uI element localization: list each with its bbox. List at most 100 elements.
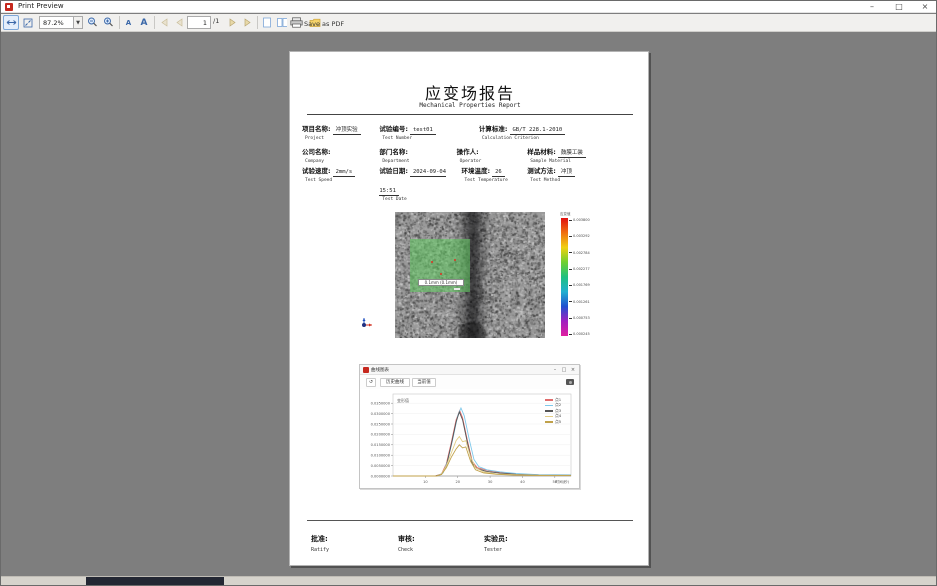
colorbar-tick-label: 0.001769 (569, 283, 590, 287)
maximize-button[interactable]: □ (888, 1, 910, 13)
report-field: 项目名称:冲顶实验Project (302, 116, 379, 141)
signature-block: 审核:Check (398, 526, 484, 553)
prev-page-icon (175, 18, 184, 27)
field-label: 试验编号: (379, 125, 408, 133)
svg-text:0.0050000: 0.0050000 (371, 464, 391, 468)
curve-window-logo-icon (363, 367, 369, 373)
field-label: 样品材料: (527, 148, 556, 156)
toolbar-separator (154, 16, 155, 29)
colorbar-title: 应变值 (560, 212, 590, 217)
image-marker (454, 288, 460, 290)
first-page-button[interactable] (157, 15, 171, 30)
svg-text:0.0300000: 0.0300000 (371, 412, 391, 416)
last-page-icon (243, 18, 252, 27)
legend-swatch (545, 410, 553, 412)
font-smaller-icon: A (126, 19, 131, 27)
report-field: 试验编号:test01Test Number (379, 116, 479, 141)
page-total-label: /1 (213, 17, 219, 25)
svg-text:20: 20 (455, 480, 460, 484)
zoom-level-input[interactable]: 87.2% (39, 16, 74, 29)
last-page-button[interactable] (240, 15, 254, 30)
legend-swatch (545, 421, 553, 423)
save-as-pdf-label[interactable]: Save as PDF (304, 20, 344, 28)
font-larger-button[interactable]: A (137, 15, 151, 30)
close-button[interactable]: × (914, 1, 936, 13)
colorbar-tick-label: 0.000245 (569, 332, 590, 336)
field-label: 项目名称: (302, 125, 331, 133)
field-label: 环境温度: (462, 167, 491, 175)
single-page-layout-button[interactable] (260, 15, 274, 30)
field-row: 项目名称:冲顶实验Project试验编号:test01Test Number计算… (290, 116, 650, 141)
first-page-icon (160, 18, 169, 27)
zoom-in-button[interactable] (101, 15, 116, 30)
zoom-out-button[interactable] (85, 15, 100, 30)
toolbar-separator (257, 16, 258, 29)
field-label: 试验日期: (379, 167, 408, 175)
roi-measurement-label: 0.1mm (0.1mm) (418, 279, 464, 286)
printer-icon (290, 17, 303, 28)
colorbar-tick-label: 0.003800 (569, 218, 590, 222)
colorbar-gradient (561, 218, 568, 336)
fit-page-button[interactable] (20, 15, 36, 30)
page-number-input[interactable]: 1 (187, 16, 211, 29)
signature-label: 实验员: (484, 535, 508, 543)
curve-refresh-button: ↺ (366, 378, 376, 387)
svg-text:0.0250000: 0.0250000 (371, 422, 391, 426)
field-label: 测试方法: (527, 167, 556, 175)
legend-swatch (545, 416, 553, 418)
fit-width-button[interactable] (3, 15, 19, 30)
curve-window-titlebar: 曲线图表 – □ × (360, 365, 579, 375)
field-label: 公司名称: (302, 148, 331, 156)
next-page-button[interactable] (225, 15, 239, 30)
report-field: 环境温度:26Test Temperature (462, 158, 528, 202)
legend-swatch (545, 399, 553, 401)
signature-label: 批准: (311, 535, 328, 543)
zoom-out-icon (87, 17, 98, 28)
next-page-icon (228, 18, 237, 27)
header-divider (307, 114, 633, 115)
minimize-button[interactable]: – (861, 1, 883, 13)
field-value: test01 (410, 127, 436, 135)
field-sublabel: Test Speed (305, 178, 379, 183)
curve-close-icon: × (569, 366, 577, 374)
two-page-icon (277, 17, 288, 28)
report-field: 计算标准:GB/T 228.1-2010Calculation Criterio… (479, 116, 650, 141)
svg-text:0.0000000: 0.0000000 (371, 474, 391, 478)
save-as-pdf-button[interactable] (287, 15, 305, 30)
strain-roi-overlay: 0.1mm (0.1mm) (410, 239, 470, 292)
strain-field-image: 0.1mm (0.1mm) (395, 212, 545, 338)
svg-text:0.0150000: 0.0150000 (371, 443, 391, 447)
toolbar-separator (119, 16, 120, 29)
font-larger-icon: A (141, 18, 148, 28)
report-field: 试验日期:2024-09-04 15:51Test Date (379, 158, 461, 202)
curve-minimize-icon: – (551, 366, 559, 374)
svg-text:0.0100000: 0.0100000 (371, 454, 391, 458)
signature-sublabel: Tester (484, 547, 604, 553)
curve-maximize-icon: □ (560, 366, 568, 374)
print-preview-window: Print Preview – □ × 87.2% ▼ A A 1 /1 (0, 0, 937, 586)
strain-colorbar: 应变值 0.0038000.0032920.0027840.0022770.00… (560, 212, 596, 340)
field-value: 2mm/s (333, 169, 356, 177)
field-value: 26 (492, 169, 505, 177)
report-field: 试验速度:2mm/sTest Speed (302, 158, 379, 202)
field-row: 试验速度:2mm/sTest Speed试验日期:2024-09-04 15:5… (290, 158, 650, 202)
roi-point-marker (431, 261, 433, 263)
zoom-dropdown-button[interactable]: ▼ (74, 16, 83, 29)
fit-page-icon (23, 18, 33, 28)
taskbar-item[interactable] (86, 577, 224, 586)
title-bar: Print Preview – □ × (1, 1, 937, 13)
toolbar: 87.2% ▼ A A 1 /1 (1, 14, 937, 32)
field-value: 冲顶实验 (333, 127, 361, 135)
app-logo-icon (5, 3, 13, 11)
field-label: 操作人: (457, 148, 479, 156)
font-smaller-button[interactable]: A (122, 15, 135, 30)
field-label: 计算标准: (479, 125, 508, 133)
signature-label: 审核: (398, 535, 415, 543)
colorbar-tick-label: 0.003292 (569, 234, 590, 238)
chart-legend: 点1点2点3点4点5 (545, 397, 571, 425)
footer-divider (307, 520, 633, 521)
report-subtitle: Mechanical Properties Report (290, 102, 650, 109)
signature-block: 实验员: Tester (484, 526, 604, 553)
prev-page-button[interactable] (172, 15, 186, 30)
field-sublabel: Test Date (382, 197, 461, 202)
